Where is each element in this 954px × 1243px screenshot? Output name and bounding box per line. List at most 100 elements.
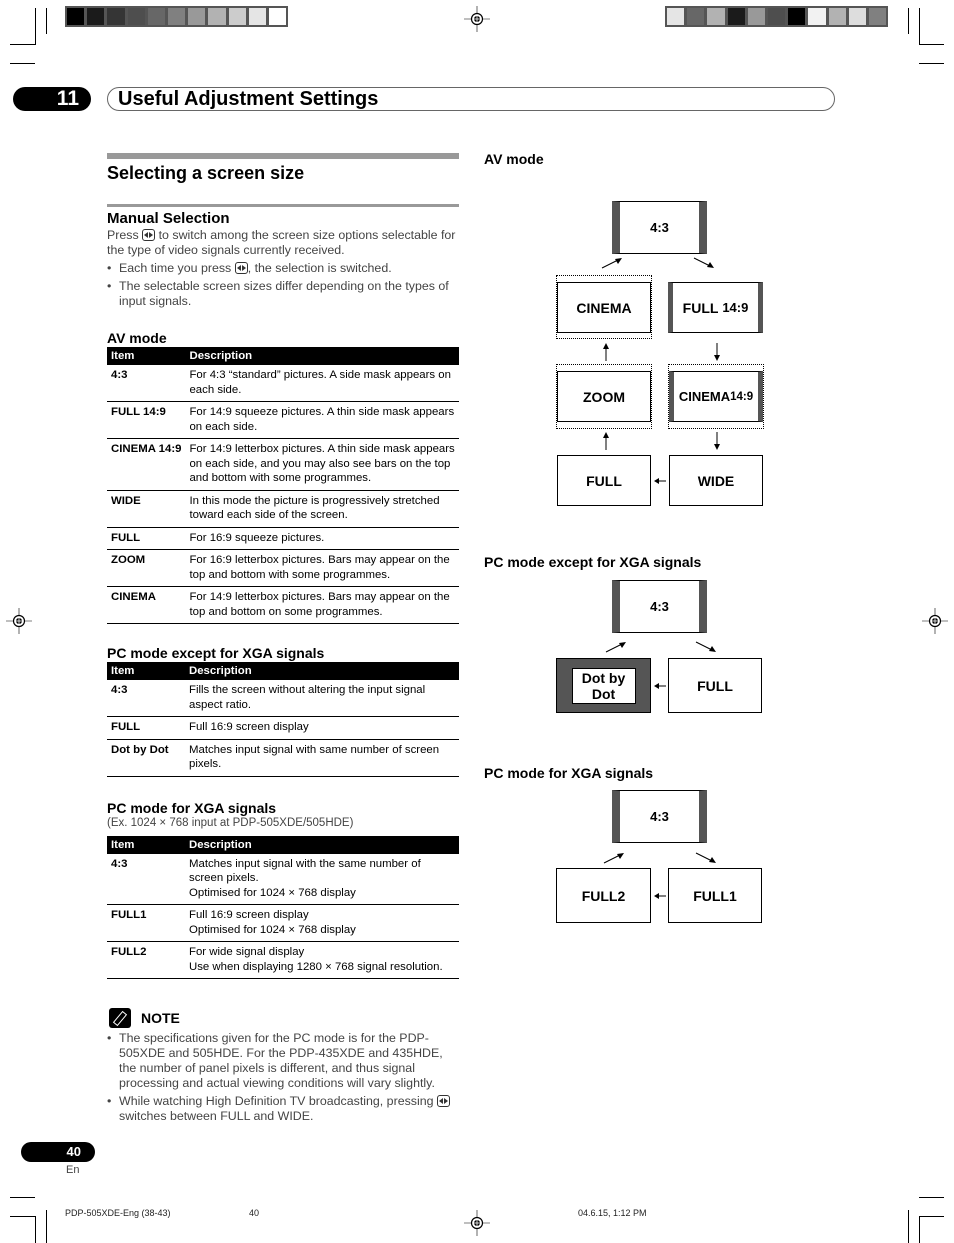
- chapter-title: Useful Adjustment Settings: [107, 87, 835, 111]
- footer-file: PDP-505XDE-Eng (38-43): [65, 1208, 171, 1218]
- mode-box-full: FULL: [668, 658, 762, 713]
- mode-box-dot-by-dot: Dot by Dot: [556, 658, 651, 713]
- registration-mark-icon: [6, 608, 32, 634]
- description-line: Matches input signal with the same numbe…: [189, 857, 421, 885]
- xga-mode-subheading: (Ex. 1024 × 768 input at PDP-505XDE/505H…: [107, 816, 354, 829]
- gray-swatch: [686, 7, 706, 26]
- pc-diagram-heading: PC mode except for XGA signals: [484, 554, 702, 570]
- row-description: For 16:9 squeeze pictures.: [185, 527, 459, 550]
- gray-swatch-bar-right: [665, 6, 888, 27]
- row-item: CINEMA: [107, 586, 186, 624]
- table-row: FULL 14:9 For 14:9 squeeze pictures. A th…: [107, 401, 459, 439]
- screen-size-button-icon: [234, 262, 248, 274]
- left-column: Selecting a screen size Manual Selection…: [107, 153, 459, 1124]
- crop-mark: [10, 1216, 35, 1217]
- row-item: 4:3: [107, 680, 185, 717]
- table-row: 4:3 Matches input signal with the same nu…: [107, 853, 459, 905]
- gray-swatch: [126, 7, 146, 26]
- page-number-badge: 40: [21, 1142, 95, 1162]
- row-item: FULL 14:9: [107, 401, 186, 439]
- screen-size-button-icon: [436, 1095, 450, 1107]
- arrow-icon: [603, 343, 609, 361]
- gray-swatch: [227, 7, 247, 26]
- mode-box-full: FULL: [557, 455, 651, 506]
- crop-mark: [10, 1197, 35, 1198]
- row-description: For wide signal display Use when displayi…: [185, 941, 459, 979]
- bullet-item: Each time you press , the selection is s…: [107, 261, 459, 276]
- row-description: In this mode the picture is progressivel…: [185, 490, 459, 528]
- av-mode-heading: AV mode: [107, 330, 167, 346]
- crop-mark: [919, 44, 944, 45]
- chapter-number-badge: 11: [13, 87, 91, 111]
- pencil-note-icon: [109, 1008, 131, 1028]
- row-description: Full 16:9 screen display Optimised for 10…: [185, 904, 459, 942]
- mode-box-4-3: 4:3: [612, 201, 707, 254]
- gray-swatch: [867, 7, 888, 26]
- column-header-item: Item: [107, 662, 185, 680]
- crop-mark: [10, 63, 35, 64]
- registration-mark-icon: [464, 6, 490, 32]
- row-item: FULL: [107, 527, 186, 550]
- gray-swatch: [166, 7, 187, 26]
- intro-paragraph: Press to switch among the screen size op…: [107, 228, 456, 257]
- crop-mark: [10, 44, 35, 45]
- row-item: ZOOM: [107, 549, 186, 587]
- arrow-icon: [603, 853, 624, 864]
- row-description: Matches input signal with same number of…: [185, 739, 459, 777]
- row-item: WIDE: [107, 490, 186, 528]
- row-description: Fills the screen without altering the in…: [185, 680, 459, 717]
- crop-mark: [35, 8, 36, 45]
- crop-mark: [919, 1197, 944, 1198]
- xga-mode-table: Item Description 4:3 Matches input signal…: [107, 835, 459, 979]
- gray-swatch: [766, 7, 787, 26]
- xga-diagram-heading: PC mode for XGA signals: [484, 765, 654, 781]
- table-row: FULL1 Full 16:9 screen display Optimised f…: [107, 904, 459, 942]
- note-bullet: The specifications given for the PC mode…: [107, 1031, 459, 1091]
- table-row: ZOOM For 16:9 letterbox pictures. Bars ma…: [107, 549, 459, 587]
- gray-swatch: [207, 7, 227, 26]
- arrow-icon: [695, 641, 716, 652]
- column-header-item: Item: [107, 835, 185, 854]
- gray-swatch: [787, 7, 807, 26]
- row-description: For 14:9 squeeze pictures. A thin side m…: [185, 401, 459, 439]
- gray-swatch: [847, 7, 867, 26]
- note-header: NOTE: [109, 1008, 459, 1028]
- row-item: FULL1: [107, 904, 185, 942]
- gray-swatch: [746, 7, 766, 26]
- arrow-icon: [605, 642, 626, 653]
- dot-by-dot-inner: Dot by Dot: [571, 667, 636, 704]
- gray-swatch: [146, 7, 166, 26]
- registration-mark-icon: [464, 1210, 490, 1236]
- table-row: CINEMA For 14:9 letterbox pictures. Bars …: [107, 586, 459, 624]
- footer-page: 40: [249, 1208, 260, 1218]
- gray-swatch: [247, 7, 267, 26]
- mode-box-cinema-14-9: CINEMA 14:9: [669, 371, 763, 422]
- gray-swatch: [86, 7, 106, 26]
- mode-box-full-14-9: FULL 14:9: [668, 282, 763, 333]
- footer-timestamp: 04.6.15, 1:12 PM: [578, 1208, 647, 1218]
- gray-swatch: [726, 7, 746, 26]
- mode-box-4-3: 4:3: [612, 580, 707, 633]
- section-title: Selecting a screen size: [107, 163, 305, 183]
- pc-mode-heading: PC mode except for XGA signals: [107, 645, 325, 661]
- mode-box-full1: FULL1: [668, 868, 762, 923]
- crop-mark: [919, 63, 944, 64]
- gray-swatch: [267, 7, 288, 26]
- row-description: For 16:9 letterbox pictures. Bars may ap…: [185, 549, 459, 587]
- description-line: Full 16:9 screen display: [189, 909, 309, 921]
- row-item: Dot by Dot: [107, 739, 185, 777]
- description-line: For wide signal display: [189, 946, 305, 958]
- description-line: Optimised for 1024 × 768 display: [189, 923, 356, 936]
- arrow-icon: [654, 683, 666, 689]
- table-row: 4:3 Fills the screen without altering the…: [107, 680, 459, 717]
- row-item: 4:3: [107, 853, 185, 905]
- mode-box-wide: WIDE: [669, 455, 763, 506]
- crop-mark: [919, 1216, 920, 1243]
- row-description: Full 16:9 screen display: [185, 716, 459, 740]
- arrow-icon: [654, 893, 666, 899]
- screen-size-button-icon: [142, 229, 156, 241]
- table-row: 4:3 For 4:3 “standard” pictures. A side m…: [107, 365, 459, 402]
- gray-swatch: [66, 7, 86, 26]
- column-header-description: Description: [185, 662, 459, 680]
- gray-swatch: [706, 7, 726, 26]
